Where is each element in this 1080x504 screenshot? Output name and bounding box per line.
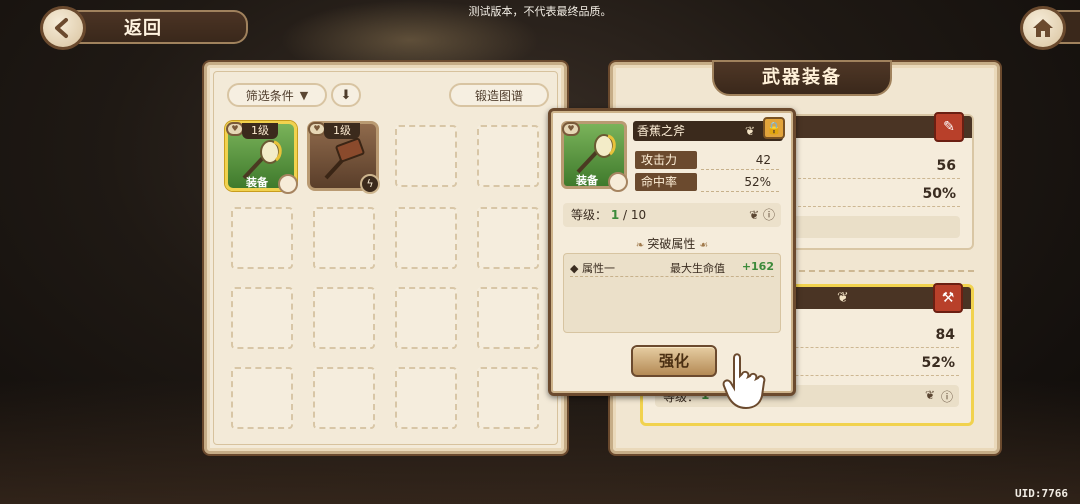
empty-slot	[477, 367, 539, 429]
funnel-icon: ▼	[299, 88, 309, 102]
leaf-icon: ❦	[744, 124, 755, 138]
axe-icon	[576, 134, 616, 174]
section-title-text: 突破属性	[647, 237, 696, 251]
item-level-tag: 1级	[324, 123, 360, 139]
pointing-hand-icon	[722, 353, 766, 410]
popup-item-thumbnail: ♥ 装备	[561, 121, 628, 192]
hammer-icon	[324, 138, 365, 180]
home-button[interactable]	[1020, 6, 1066, 50]
divider	[701, 191, 779, 192]
level-row: 等级： 1 / 10 ❦ ⓘ	[563, 203, 781, 227]
user-id: UID:7766	[1015, 487, 1068, 500]
sort-button[interactable]: ⬇	[331, 83, 361, 107]
stat-label-attack: 攻击力	[635, 151, 697, 169]
empty-slot	[313, 367, 375, 429]
arrow-down-icon: ⬇	[340, 87, 352, 103]
attribute-row: ◆ 属性一 最大生命值 +162	[570, 260, 774, 277]
weapon-type-icon: ✎	[934, 112, 964, 142]
stat-label-accuracy: 命中率	[635, 173, 697, 191]
back-button[interactable]	[40, 6, 86, 50]
equipped-label: 装备	[576, 174, 598, 187]
forge-recipes-button[interactable]: 锻造图谱	[449, 83, 549, 107]
item-name: 香蕉之斧 ❦	[633, 121, 783, 141]
ornament-left-icon: ❧	[635, 240, 648, 251]
breakthrough-attributes: ◆ 属性一 最大生命值 +162	[563, 253, 781, 333]
stat-value-attack: 42	[755, 153, 771, 167]
character-avatar-icon	[608, 172, 628, 192]
leaf-icon: ❦	[924, 388, 935, 402]
empty-slot	[395, 287, 457, 349]
lightning-icon: ϟ	[360, 174, 380, 194]
equipment-panel-title: 武器装备	[712, 60, 892, 96]
filter-label: 筛选条件	[245, 88, 294, 103]
inventory-panel: 筛选条件 ▼ ⬇ 锻造图谱 ♥ 1级 装备 ♥ 1级 ϟ	[204, 62, 567, 454]
empty-slot	[313, 207, 375, 269]
level-label: 等级：	[571, 208, 608, 222]
empty-slot	[395, 367, 457, 429]
inventory-item-banana-axe[interactable]: ♥ 1级 装备	[225, 121, 298, 194]
inventory-item-hammer[interactable]: ♥ 1级 ϟ	[307, 121, 380, 194]
item-level-tag: 1级	[242, 123, 278, 139]
home-icon	[1033, 19, 1053, 37]
equipped-label: 装备	[246, 176, 268, 189]
help-icon[interactable]: ⓘ	[763, 208, 775, 222]
card-value-1: 84	[935, 327, 955, 343]
back-label: 返回	[124, 18, 162, 39]
empty-slot	[477, 207, 539, 269]
arrow-left-icon	[55, 18, 68, 38]
forge-label: 锻造图谱	[474, 88, 523, 103]
empty-slot	[477, 287, 539, 349]
divider	[570, 276, 774, 277]
help-icon[interactable]: ⓘ	[941, 388, 953, 405]
enhance-button[interactable]: 强化	[631, 345, 717, 377]
leaf-icon: ❦	[837, 290, 849, 306]
card-value-2: 52%	[921, 355, 955, 371]
breakthrough-section-title: ❧ 突破属性 ☙	[551, 235, 793, 252]
level-current: 1	[610, 208, 620, 222]
item-name-text: 香蕉之斧	[637, 124, 686, 138]
lock-icon[interactable]: 🔒	[763, 117, 785, 139]
empty-slot	[231, 287, 293, 349]
attribute-value: +162	[741, 260, 774, 273]
divider	[701, 169, 779, 170]
leaf-icon: ❦	[749, 208, 760, 222]
empty-slot	[477, 125, 539, 187]
empty-slot	[231, 207, 293, 269]
axe-type-icon: ⚒	[933, 283, 963, 313]
level-max: / 10	[623, 208, 647, 222]
empty-slot	[395, 207, 457, 269]
ornament-right-icon: ☙	[699, 240, 709, 251]
level-icons: ❦ ⓘ	[749, 203, 775, 227]
empty-slot	[395, 125, 457, 187]
stat-value-accuracy: 52%	[744, 175, 771, 189]
attribute-key: ◆ 属性一	[570, 262, 615, 275]
card-value-1: 56	[936, 158, 956, 174]
empty-slot	[231, 367, 293, 429]
character-avatar-icon	[278, 174, 298, 194]
empty-slot	[313, 287, 375, 349]
card-value-2: 50%	[922, 186, 956, 202]
attribute-name: 最大生命值	[670, 262, 725, 275]
filter-button[interactable]: 筛选条件 ▼	[227, 83, 327, 107]
